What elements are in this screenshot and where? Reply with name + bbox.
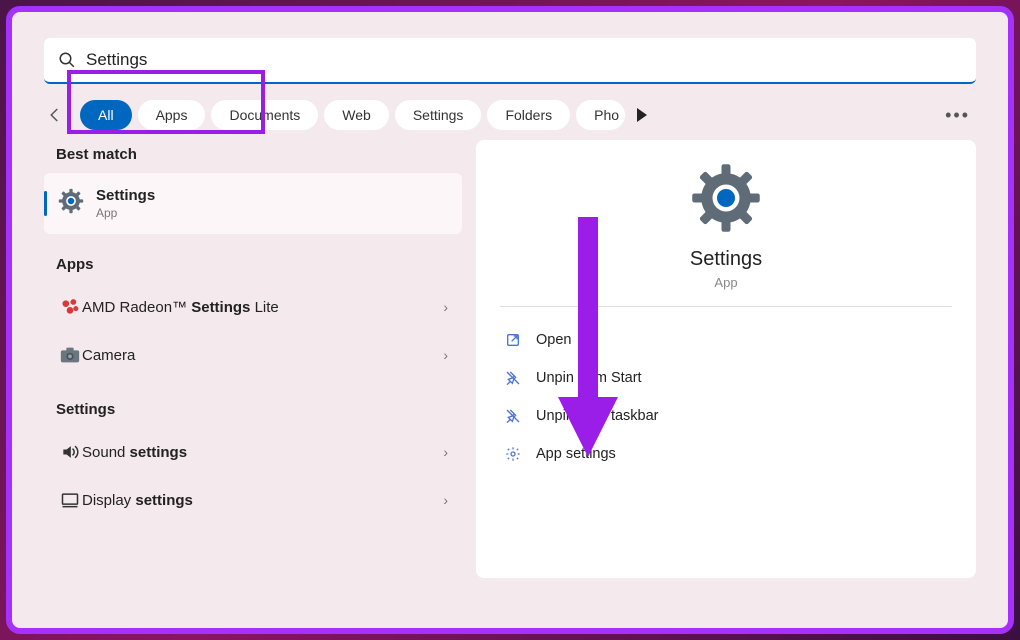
section-best-match: Best match xyxy=(56,146,462,163)
results-column: Best match Settings App Apps AMD Radeon™… xyxy=(44,138,462,578)
chevron-right-icon: › xyxy=(443,347,448,363)
best-match-title: Settings xyxy=(96,187,155,204)
action-unpin-start[interactable]: Unpin from Start xyxy=(500,361,952,395)
unpin-icon xyxy=(504,369,522,387)
sound-icon xyxy=(58,440,82,464)
detail-title: Settings xyxy=(690,248,762,271)
gear-icon xyxy=(504,445,522,463)
filter-settings[interactable]: Settings xyxy=(395,100,482,130)
start-search-panel: All Apps Documents Web Settings Folders … xyxy=(6,6,1014,634)
action-unpin-taskbar[interactable]: Unpin from taskbar xyxy=(500,399,952,433)
section-settings: Settings xyxy=(56,401,462,418)
camera-icon xyxy=(58,343,82,367)
gear-icon xyxy=(58,188,84,219)
action-label: Open xyxy=(536,332,571,348)
more-options[interactable]: ••• xyxy=(939,105,976,126)
search-box[interactable] xyxy=(44,38,976,84)
best-match-subtitle: App xyxy=(96,206,155,220)
best-match-result[interactable]: Settings App xyxy=(44,173,462,234)
action-app-settings[interactable]: App settings xyxy=(500,437,952,471)
amd-icon xyxy=(58,295,82,319)
filter-scroll-right[interactable] xyxy=(637,108,647,122)
search-icon xyxy=(58,51,76,69)
result-sound-settings[interactable]: Sound settings › xyxy=(44,428,462,476)
detail-subtitle: App xyxy=(714,275,737,290)
filter-all[interactable]: All xyxy=(80,100,132,130)
filter-bar: All Apps Documents Web Settings Folders … xyxy=(44,100,976,130)
result-camera[interactable]: Camera › xyxy=(44,331,462,379)
action-open[interactable]: Open xyxy=(500,323,952,357)
chevron-right-icon: › xyxy=(443,444,448,460)
chevron-right-icon: › xyxy=(443,299,448,315)
chevron-right-icon: › xyxy=(443,492,448,508)
open-icon xyxy=(504,331,522,349)
display-icon xyxy=(58,488,82,512)
action-label: App settings xyxy=(536,446,616,462)
filter-documents[interactable]: Documents xyxy=(211,100,318,130)
filter-photos[interactable]: Pho xyxy=(576,100,625,130)
filter-web[interactable]: Web xyxy=(324,100,389,130)
filter-folders[interactable]: Folders xyxy=(487,100,570,130)
section-apps: Apps xyxy=(56,256,462,273)
back-button[interactable] xyxy=(44,104,66,126)
result-amd-settings[interactable]: AMD Radeon™ Settings Lite › xyxy=(44,283,462,331)
result-display-settings[interactable]: Display settings › xyxy=(44,476,462,524)
result-label: AMD Radeon™ Settings Lite xyxy=(82,299,279,316)
gear-icon xyxy=(690,162,762,234)
detail-panel: Settings App Open Unpin from Start Unpin… xyxy=(476,140,976,578)
result-label: Sound settings xyxy=(82,444,187,461)
search-input[interactable] xyxy=(84,49,962,71)
action-label: Unpin from Start xyxy=(536,370,642,386)
action-label: Unpin from taskbar xyxy=(536,408,659,424)
result-label: Display settings xyxy=(82,492,193,509)
filter-apps[interactable]: Apps xyxy=(138,100,206,130)
result-label: Camera xyxy=(82,347,135,364)
unpin-icon xyxy=(504,407,522,425)
